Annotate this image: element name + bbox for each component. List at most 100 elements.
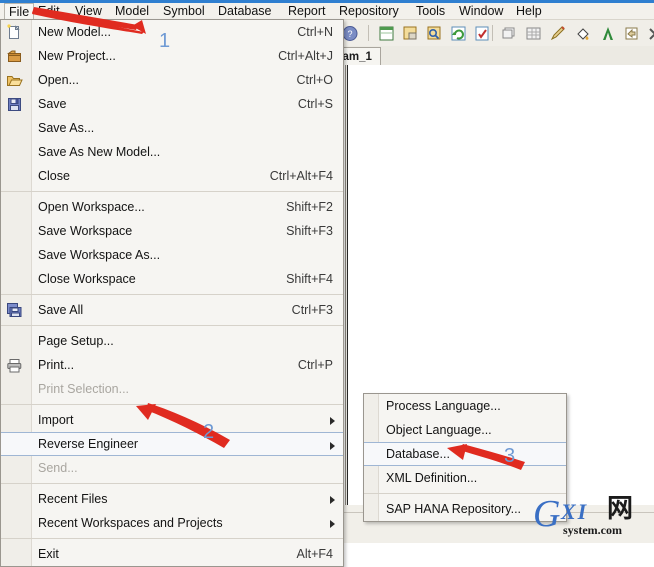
menu-item-page-setup[interactable]: Page Setup... [1,329,343,353]
menu-item-open-workspace[interactable]: Open Workspace... Shift+F2 [1,195,343,219]
menu-item-save-all[interactable]: Save All Ctrl+F3 [1,298,343,322]
menu-item-label: Print... [38,358,75,372]
menubar-item-repository[interactable]: Repository [339,3,399,19]
chevron-right-icon [330,417,335,425]
chevron-right-icon [330,520,335,528]
menu-item-shortcut: Ctrl+N [297,25,333,39]
menu-item-label: New Project... [38,49,116,63]
menubar-item-tools[interactable]: Tools [416,3,445,19]
menu-item-shortcut: Ctrl+P [297,358,333,372]
menu-item-shortcut: Ctrl+O [296,73,333,87]
menu-item-save[interactable]: Save Ctrl+S [1,92,343,116]
menu-item-close[interactable]: Close Ctrl+Alt+F4 [1,164,343,188]
menu-item-new-model[interactable]: New Model... Ctrl+N [1,20,343,44]
menu-item-label: Send... [38,461,78,475]
menu-item-shortcut: Ctrl+S [297,97,333,111]
menu-item-send: Send... [1,456,343,480]
new-document-icon [6,24,23,41]
annotation-number-1: 1 [159,30,171,52]
check-model-icon[interactable] [473,24,492,43]
watermark-cn: 网 [607,494,634,524]
menubar-item-model[interactable]: Model [115,3,149,19]
annotation-number-2: 2 [203,421,215,443]
menu-item-label: Save As New Model... [38,145,161,159]
menubar-item-view[interactable]: View [75,3,102,19]
menu-item-close-workspace[interactable]: Close Workspace Shift+F4 [1,267,343,291]
menu-item-print[interactable]: Print... Ctrl+P [1,353,343,377]
menu-item-exit[interactable]: Exit Alt+F4 [1,542,343,566]
menubar-item-window[interactable]: Window [459,3,503,19]
open-model-icon[interactable] [401,24,420,43]
menu-item-label: Reverse Engineer [38,437,139,451]
menu-item-label: XML Definition... [386,471,478,485]
watermark-g: G [533,493,561,535]
new-project-icon [6,48,23,65]
menu-item-label: Save [38,97,67,111]
save-all-icon [6,302,23,319]
menu-item-label: Database... [386,447,450,461]
menu-item-new-project[interactable]: New Project... Ctrl+Alt+J [1,44,343,68]
fill-color-icon[interactable] [574,24,593,43]
shape-icon[interactable] [500,24,519,43]
menu-item-label: Object Language... [386,423,492,437]
menu-item-object-language[interactable]: Object Language... [364,418,566,442]
export-icon[interactable] [622,24,641,43]
menubar-item-edit[interactable]: Edit [38,3,60,19]
menubar-item-database[interactable]: Database [218,3,272,19]
menu-item-label: Print Selection... [38,382,130,396]
menu-separator [1,535,343,542]
toolbar-separator [492,25,493,41]
find-object-icon[interactable] [425,24,444,43]
chevron-right-icon [330,442,335,450]
menu-item-shortcut: Shift+F4 [286,272,333,286]
chevron-right-icon [330,496,335,504]
menu-item-print-selection: Print Selection... [1,377,343,401]
menu-item-label: Save Workspace As... [38,248,161,262]
grid-icon[interactable] [524,24,543,43]
menu-item-reverse-engineer[interactable]: Reverse Engineer [1,432,343,456]
menu-item-save-workspace-as[interactable]: Save Workspace As... [1,243,343,267]
menu-bar: File Edit View Model Symbol Database Report Rep… [0,3,654,20]
menu-item-label: Save All [38,303,84,317]
menubar-item-symbol[interactable]: Symbol [163,3,205,19]
menubar-item-help[interactable]: Help [516,3,542,19]
menu-item-import[interactable]: Import [1,408,343,432]
menu-item-shortcut: Shift+F3 [286,224,333,238]
menu-item-recent-files[interactable]: Recent Files [1,487,343,511]
menu-item-database[interactable]: Database... [364,442,566,466]
menu-item-shortcut: Ctrl+Alt+F4 [269,169,333,183]
file-dropdown-menu[interactable]: New Model... Ctrl+N New Project... Ctrl+Alt… [0,19,344,567]
menu-item-process-language[interactable]: Process Language... [364,394,566,418]
more-icon[interactable] [645,24,654,43]
menu-item-save-as-new-model[interactable]: Save As New Model... [1,140,343,164]
menu-item-label: Page Setup... [38,334,114,348]
menu-item-label: Process Language... [386,399,501,413]
menu-separator [1,401,343,408]
menu-separator [1,188,343,195]
menu-item-label: Recent Workspaces and Projects [38,516,223,530]
menu-item-xml-definition[interactable]: XML Definition... [364,466,566,490]
printer-icon [6,357,23,374]
font-color-icon[interactable] [599,24,618,43]
annotation-number-3: 3 [504,445,516,467]
watermark-system: system.com [563,523,622,537]
menubar-item-file[interactable]: File [4,3,35,19]
menu-item-label: Close Workspace [38,272,136,286]
refresh-icon[interactable] [449,24,468,43]
new-diagram-icon[interactable] [377,24,396,43]
menu-item-open[interactable]: Open... Ctrl+O [1,68,343,92]
menu-item-label: Import [38,413,74,427]
menu-separator [1,480,343,487]
menu-item-recent-workspaces[interactable]: Recent Workspaces and Projects [1,511,343,535]
menu-item-shortcut: Ctrl+F3 [291,303,333,317]
menu-item-save-as[interactable]: Save As... [1,116,343,140]
menubar-item-report[interactable]: Report [288,3,326,19]
menu-item-save-workspace[interactable]: Save Workspace Shift+F3 [1,219,343,243]
menu-item-label: Save As... [38,121,95,135]
menu-separator [1,291,343,298]
menu-item-label: SAP HANA Repository... [386,502,522,516]
pencil-icon[interactable] [549,24,568,43]
menu-separator [1,322,343,329]
watermark: G XI 网 system.com [533,493,653,539]
menu-item-shortcut: Shift+F2 [286,200,333,214]
